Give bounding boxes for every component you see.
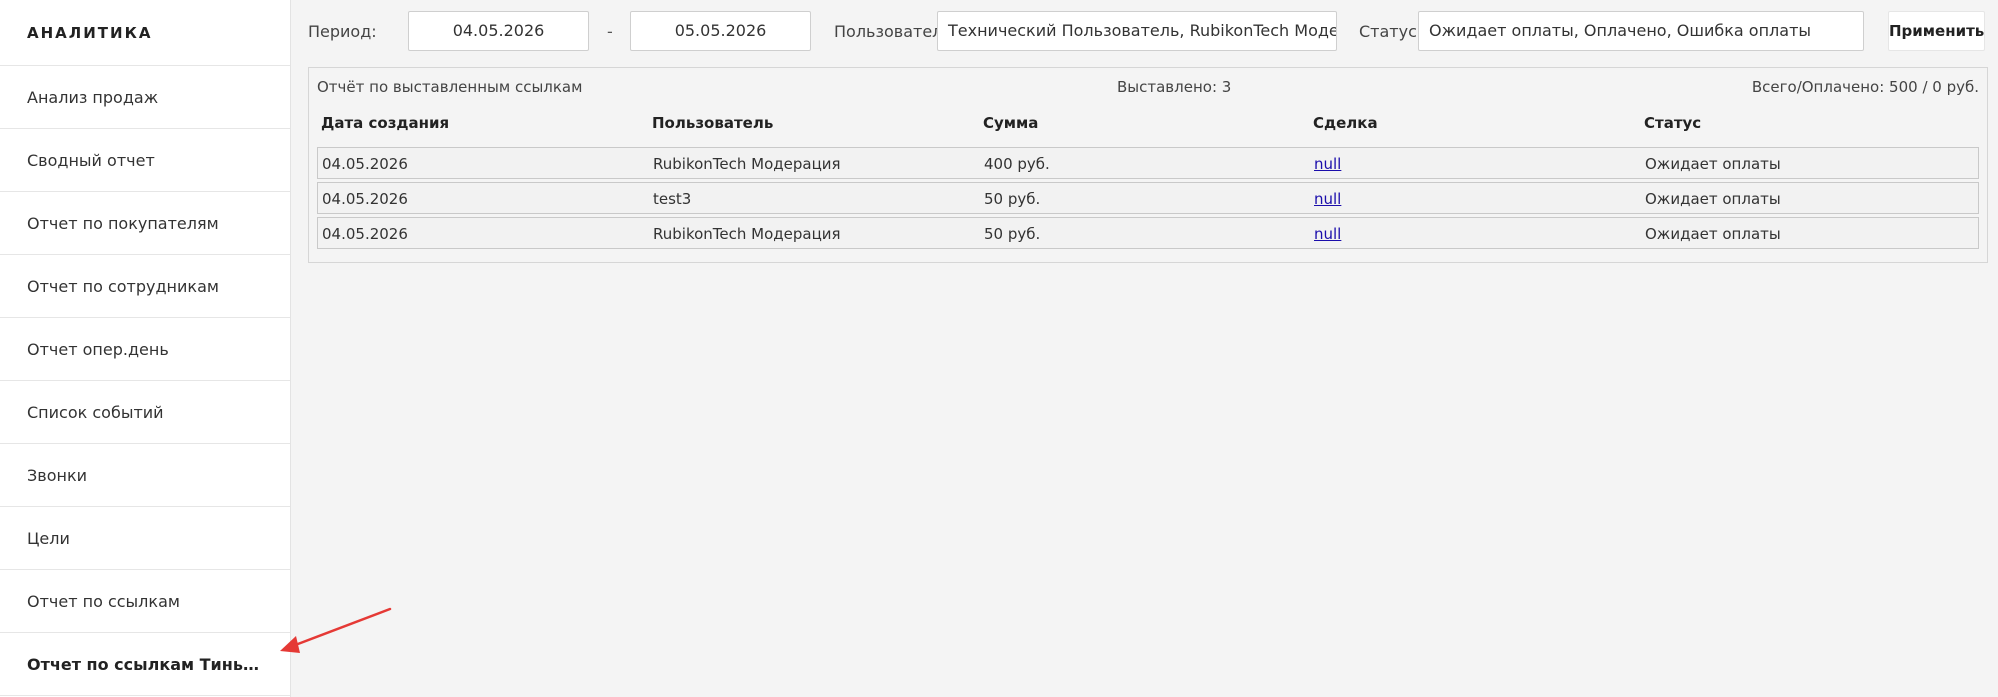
cell-date: 04.05.2026 <box>322 225 408 243</box>
table-row: 04.05.2026 test3 50 руб. null Ожидает оп… <box>317 182 1979 214</box>
cell-status: Ожидает оплаты <box>1645 155 1781 173</box>
cell-date: 04.05.2026 <box>322 155 408 173</box>
report-title: Отчёт по выставленным ссылкам <box>317 78 583 96</box>
column-header-date: Дата создания <box>321 114 450 132</box>
cell-date: 04.05.2026 <box>322 190 408 208</box>
statuses-select[interactable]: Ожидает оплаты, Оплачено, Ошибка оплаты <box>1418 11 1864 51</box>
issued-count: Выставлено: 3 <box>1117 78 1232 96</box>
report-header: Отчёт по выставленным ссылкам Выставлено… <box>317 78 1979 98</box>
sidebar-item-label: Сводный отчет <box>27 150 155 170</box>
sidebar-item-label: Отчет по сотрудникам <box>27 276 219 296</box>
sidebar-item-links-report[interactable]: Отчет по ссылкам <box>0 570 290 633</box>
sidebar-item-calls[interactable]: Звонки <box>0 444 290 507</box>
sidebar-item-operday-report[interactable]: Отчет опер.день <box>0 318 290 381</box>
table-row: 04.05.2026 RubikonTech Модерация 50 руб.… <box>317 217 1979 249</box>
table-row: 04.05.2026 RubikonTech Модерация 400 руб… <box>317 147 1979 179</box>
period-label: Период: <box>308 22 377 41</box>
sidebar-item-label: Отчет по покупателям <box>27 213 219 233</box>
column-header-status: Статус <box>1644 114 1702 132</box>
deal-link[interactable]: null <box>1314 155 1341 173</box>
cell-deal: null <box>1314 225 1341 243</box>
apply-button[interactable]: Применить <box>1888 11 1985 51</box>
deal-link[interactable]: null <box>1314 225 1341 243</box>
sidebar-item-label: Отчет по ссылкам Тинькофф.Э... <box>27 654 267 674</box>
sidebar-item-label: Цели <box>27 528 70 548</box>
column-header-amount: Сумма <box>983 114 1039 132</box>
sidebar-item-customers-report[interactable]: Отчет по покупателям <box>0 192 290 255</box>
cell-status: Ожидает оплаты <box>1645 190 1781 208</box>
main-content: Период: 04.05.2026 - 05.05.2026 Пользова… <box>291 0 1998 697</box>
sidebar-item-label: Список событий <box>27 402 164 422</box>
sidebar-item-label: Отчет опер.день <box>27 339 169 359</box>
cell-amount: 400 руб. <box>984 155 1050 173</box>
date-from-input[interactable]: 04.05.2026 <box>408 11 589 51</box>
column-header-deal: Сделка <box>1313 114 1378 132</box>
sidebar-item-label: Отчет по ссылкам <box>27 591 180 611</box>
sidebar-item-goals[interactable]: Цели <box>0 507 290 570</box>
cell-deal: null <box>1314 155 1341 173</box>
sidebar-item-label: Анализ продаж <box>27 87 159 107</box>
cell-amount: 50 руб. <box>984 190 1041 208</box>
sidebar-item-tinkoff-links-report[interactable]: Отчет по ссылкам Тинькофф.Э... <box>0 633 290 696</box>
table-body: 04.05.2026 RubikonTech Модерация 400 руб… <box>317 147 1979 252</box>
cell-user: RubikonTech Модерация <box>653 155 841 173</box>
deal-link[interactable]: null <box>1314 190 1341 208</box>
cell-user: RubikonTech Модерация <box>653 225 841 243</box>
sidebar-item-sales-analysis[interactable]: Анализ продаж <box>0 66 290 129</box>
total-paid: Всего/Оплачено: 500 / 0 руб. <box>1751 78 1979 96</box>
cell-amount: 50 руб. <box>984 225 1041 243</box>
column-header-user: Пользователь <box>652 114 774 132</box>
table-header: Дата создания Пользователь Сумма Сделка … <box>321 114 1979 136</box>
cell-status: Ожидает оплаты <box>1645 225 1781 243</box>
sidebar-item-label: Звонки <box>27 465 87 485</box>
filter-bar: Период: 04.05.2026 - 05.05.2026 Пользова… <box>291 0 1998 62</box>
cell-user: test3 <box>653 190 692 208</box>
date-to-input[interactable]: 05.05.2026 <box>630 11 811 51</box>
sidebar-item-summary-report[interactable]: Сводный отчет <box>0 129 290 192</box>
date-separator: - <box>607 22 613 41</box>
users-label: Пользователи <box>834 22 953 41</box>
cell-deal: null <box>1314 190 1341 208</box>
sidebar: АНАЛИТИКА Анализ продаж Сводный отчет От… <box>0 0 291 697</box>
sidebar-item-employees-report[interactable]: Отчет по сотрудникам <box>0 255 290 318</box>
users-select[interactable]: Технический Пользователь, RubikonTech Мо… <box>937 11 1337 51</box>
sidebar-title: АНАЛИТИКА <box>0 0 290 66</box>
sidebar-item-events-list[interactable]: Список событий <box>0 381 290 444</box>
report-panel: Отчёт по выставленным ссылкам Выставлено… <box>308 67 1988 263</box>
